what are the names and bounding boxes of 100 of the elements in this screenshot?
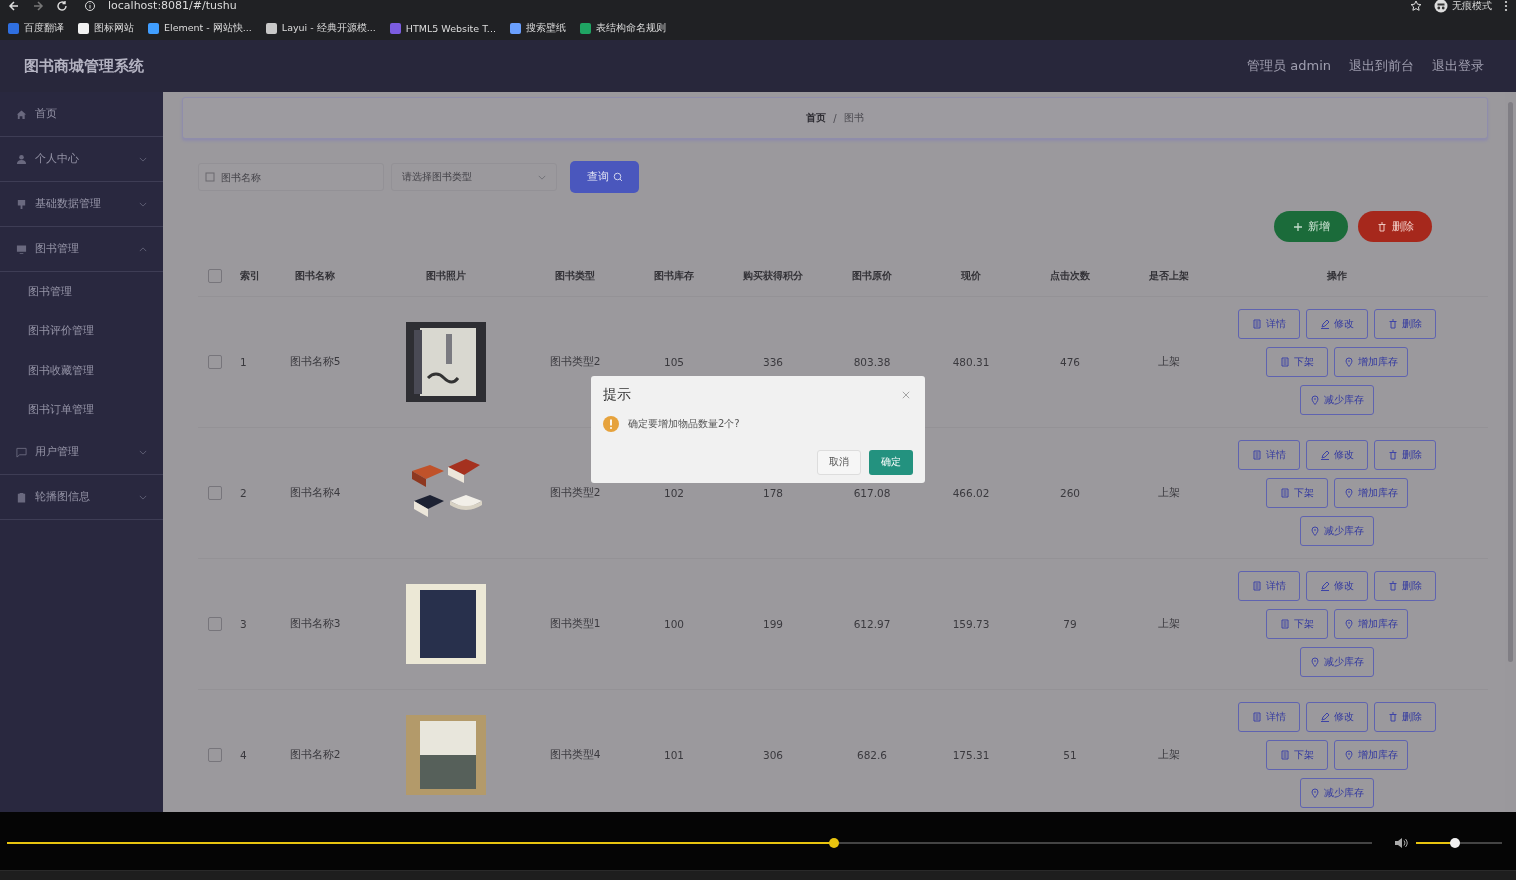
action-button[interactable]: 增加库存 [1334,609,1408,639]
header-link[interactable]: 退出到前台 [1349,57,1414,75]
search-button[interactable]: 查询 [570,161,639,193]
table-cell: 上架 [1158,486,1180,500]
submenu-item[interactable]: 图书订单管理 [0,390,163,430]
column-header: 图书库存 [654,269,694,283]
trash-icon [1388,319,1398,329]
pen-icon [1320,450,1330,460]
action-button[interactable]: 下架 [1266,609,1328,639]
document-icon [1252,319,1262,329]
action-button[interactable]: 删除 [1374,571,1436,601]
incognito-label: 无痕模式 [1452,0,1492,13]
checkbox[interactable] [208,617,222,631]
clipboard-icon [16,491,27,503]
star-icon[interactable] [1410,0,1422,12]
chevron-down-icon [538,174,546,180]
scrollbar-thumb[interactable] [1508,102,1513,662]
incognito-icon[interactable] [1434,0,1448,13]
header-link[interactable]: 退出登录 [1432,57,1484,75]
bookmark-link[interactable]: 百度翻译 [8,21,64,35]
volume-thumb[interactable] [1449,838,1460,848]
table-cell: 图书名称3 [289,617,341,631]
action-button[interactable]: 修改 [1306,702,1368,732]
trash-icon [1388,450,1398,460]
column-header: 点击次数 [1050,269,1090,283]
action-button[interactable]: 修改 [1306,571,1368,601]
column-header: 索引 [240,269,260,283]
table-cell: 4 [240,749,247,761]
column-header: 图书名称 [295,269,335,283]
action-button[interactable]: 减少库存 [1300,516,1374,546]
action-button[interactable]: 详情 [1238,702,1300,732]
table-cell: 图书名称5 [289,355,341,369]
action-button[interactable]: 修改 [1306,309,1368,339]
action-button[interactable]: 减少库存 [1300,778,1374,808]
forward-icon[interactable] [32,0,44,12]
pin-icon [1310,657,1320,667]
action-button[interactable]: 减少库存 [1300,647,1374,677]
breadcrumb-link[interactable]: 首页 [806,111,827,125]
table-cell: 图书类型2 [549,486,601,500]
progress-thumb[interactable] [829,838,840,848]
action-button[interactable]: 修改 [1306,440,1368,470]
table-cell: 图书类型4 [549,748,601,762]
dialog-message: 确定要增加物品数量2个? [628,417,740,431]
delete-button[interactable]: 删除 [1358,211,1432,242]
pin-icon [1310,788,1320,798]
cancel-button[interactable]: 取消 [817,450,861,475]
column-header: 现价 [961,269,981,283]
submenu-item[interactable]: 图书收藏管理 [0,351,163,391]
table-cell: 612.97 [853,618,891,630]
action-button[interactable]: 减少库存 [1300,385,1374,415]
table-cell: 178 [762,487,783,499]
action-button[interactable]: 详情 [1238,571,1300,601]
reload-icon[interactable] [56,0,68,12]
checkbox[interactable] [208,355,222,369]
submenu-item[interactable]: 图书评价管理 [0,311,163,351]
checkbox[interactable] [208,748,222,762]
table-cell: 466.02 [952,487,990,499]
volume-icon[interactable] [1394,837,1408,849]
pen-icon [1320,712,1330,722]
checkbox[interactable] [208,269,222,283]
search-icon [612,172,623,182]
bookmark-link[interactable]: 搜索壁纸 [509,21,566,35]
submenu-item[interactable]: 图书管理 [0,272,163,312]
table-cell: 1 [240,356,247,368]
back-icon[interactable] [8,0,20,12]
table-cell: 260 [1059,487,1080,499]
bookmark-link[interactable]: Element - 网站快... [148,21,252,35]
table-cell: 480.31 [952,356,990,368]
document-icon [1280,619,1290,629]
document-icon [1252,712,1262,722]
action-button[interactable]: 增加库存 [1334,478,1408,508]
breadcrumb-link[interactable]: 图书 [843,111,864,125]
table-cell: 上架 [1158,617,1180,631]
confirm-button[interactable]: 确定 [869,450,913,475]
table-cell: 617.08 [853,487,891,499]
bookmark-link[interactable]: Layui - 经典开源模... [265,21,376,35]
search-field[interactable]: 图书名称 [198,163,384,191]
action-button[interactable]: 详情 [1238,440,1300,470]
action-button[interactable]: 增加库存 [1334,740,1408,770]
action-button[interactable]: 删除 [1374,309,1436,339]
table-cell: 上架 [1158,355,1180,369]
bookmark-link[interactable]: HTML5 Website T... [389,22,496,34]
menu-icon[interactable] [1504,0,1508,12]
action-button[interactable]: 删除 [1374,440,1436,470]
action-button[interactable]: 下架 [1266,740,1328,770]
column-header: 操作 [1327,269,1347,283]
bookmark-link[interactable]: 图标网站 [78,21,134,35]
bookmark-link[interactable]: 表结构命名规则 [579,21,666,35]
address-text[interactable]: localhost:8081/#/tushu [108,0,237,12]
action-button[interactable]: 下架 [1266,347,1328,377]
document-icon [1280,488,1290,498]
add-button[interactable]: 新增 [1274,211,1348,242]
action-button[interactable]: 增加库存 [1334,347,1408,377]
pin-icon [1344,619,1354,629]
action-button[interactable]: 详情 [1238,309,1300,339]
type-select[interactable]: 请选择图书类型 [391,163,557,191]
action-button[interactable]: 删除 [1374,702,1436,732]
checkbox[interactable] [208,486,222,500]
header-link[interactable]: 管理员 admin [1247,57,1331,75]
action-button[interactable]: 下架 [1266,478,1328,508]
